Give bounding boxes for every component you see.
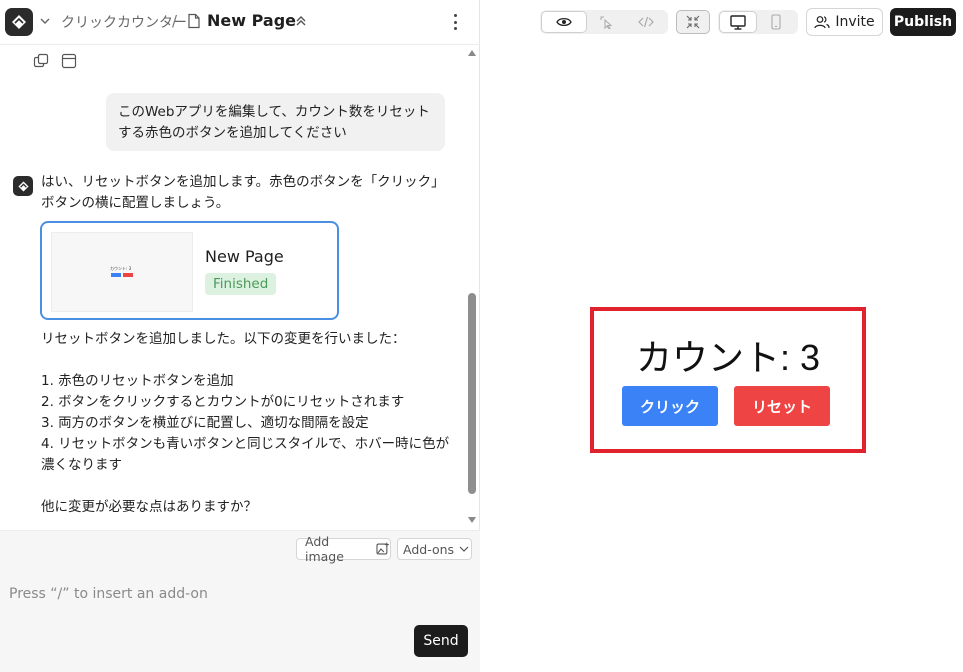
thumbnail-count-text: カウント: 3 xyxy=(110,266,132,271)
thumbnail-reset-button xyxy=(123,273,133,277)
click-button[interactable]: クリック xyxy=(622,386,718,426)
code-icon xyxy=(638,16,654,28)
select-mode-button[interactable] xyxy=(595,14,617,30)
artifact-card[interactable]: カウント: 3 New Page Finished xyxy=(40,221,339,320)
logo-icon xyxy=(12,15,26,29)
chat-header: クリックカウンター / New Page xyxy=(0,0,480,45)
more-options-icon[interactable] xyxy=(448,12,462,32)
page-title[interactable]: New Page xyxy=(207,11,296,30)
artifact-title: New Page xyxy=(205,247,284,266)
scroll-up-arrow[interactable] xyxy=(468,50,476,56)
invite-label: Invite xyxy=(835,14,875,30)
breadcrumb-separator: / xyxy=(172,12,178,30)
breadcrumb-project[interactable]: クリックカウンター xyxy=(61,12,187,32)
collapse-button[interactable] xyxy=(676,10,710,34)
preview-panel: Invite Publish カウント: 3 クリック リセット xyxy=(481,0,963,672)
chevron-down-icon[interactable] xyxy=(38,14,52,28)
prompt-input[interactable] xyxy=(9,584,449,604)
assistant-message-intro: はい、リセットボタンを追加します。赤色のボタンを「クリック」ボタンの横に配置しま… xyxy=(41,174,438,211)
app-preview: カウント: 3 クリック リセット xyxy=(590,307,866,453)
collapse-icon xyxy=(686,15,700,29)
scroll-down-arrow[interactable] xyxy=(468,517,476,523)
eye-icon xyxy=(556,17,572,27)
monitor-icon xyxy=(730,14,746,30)
thumbnail-click-button xyxy=(111,273,121,277)
app-logo[interactable] xyxy=(5,8,33,36)
add-image-label: Add image xyxy=(305,534,344,564)
publish-button[interactable]: Publish xyxy=(890,8,956,36)
add-ons-label: Add-ons xyxy=(403,541,455,557)
chat-messages[interactable]: このWebアプリを編集して、カウント数をリセットする赤色のボタンを追加してくださ… xyxy=(0,45,480,530)
desktop-view-button[interactable] xyxy=(719,11,757,33)
device-toggle-group xyxy=(718,10,798,34)
add-ons-dropdown[interactable]: Add-ons xyxy=(397,538,472,560)
status-badge: Finished xyxy=(205,273,277,295)
window-icon[interactable] xyxy=(61,53,77,69)
mobile-view-button[interactable] xyxy=(765,14,787,30)
count-display: カウント: 3 xyxy=(635,337,821,378)
code-mode-button[interactable] xyxy=(635,14,657,30)
assistant-logo-icon xyxy=(17,180,29,192)
reset-button[interactable]: リセット xyxy=(734,386,830,426)
scrollbar-thumb[interactable] xyxy=(468,293,476,494)
users-icon xyxy=(814,16,830,29)
view-mode-group xyxy=(540,10,668,34)
artifact-thumbnail: カウント: 3 xyxy=(51,232,193,312)
user-message: このWebアプリを編集して、カウント数をリセットする赤色のボタンを追加してくださ… xyxy=(106,93,445,151)
assistant-message-summary: リセットボタンを追加しました。以下の変更を行いました： 1. 赤色のリセットボタ… xyxy=(41,331,450,515)
chat-scrollbar[interactable] xyxy=(466,47,478,527)
smartphone-icon xyxy=(771,14,781,30)
invite-button[interactable]: Invite xyxy=(806,8,883,36)
send-button[interactable]: Send xyxy=(414,625,468,657)
add-image-button[interactable]: Add image xyxy=(296,534,391,564)
page-icon xyxy=(188,13,200,29)
chat-panel: クリックカウンター / New Page このWebアプリを編集して、カウント数… xyxy=(0,0,480,672)
preview-toolbar: Invite Publish xyxy=(481,0,963,45)
assistant-avatar xyxy=(13,176,33,196)
composer: Add image Add-ons Send xyxy=(0,530,480,672)
add-image-icon xyxy=(376,542,390,555)
cursor-click-icon xyxy=(600,16,613,29)
chevron-up-icon[interactable] xyxy=(294,14,308,28)
chevron-down-icon xyxy=(459,546,469,552)
preview-mode-button[interactable] xyxy=(541,11,587,33)
copy-icon[interactable] xyxy=(33,53,49,69)
